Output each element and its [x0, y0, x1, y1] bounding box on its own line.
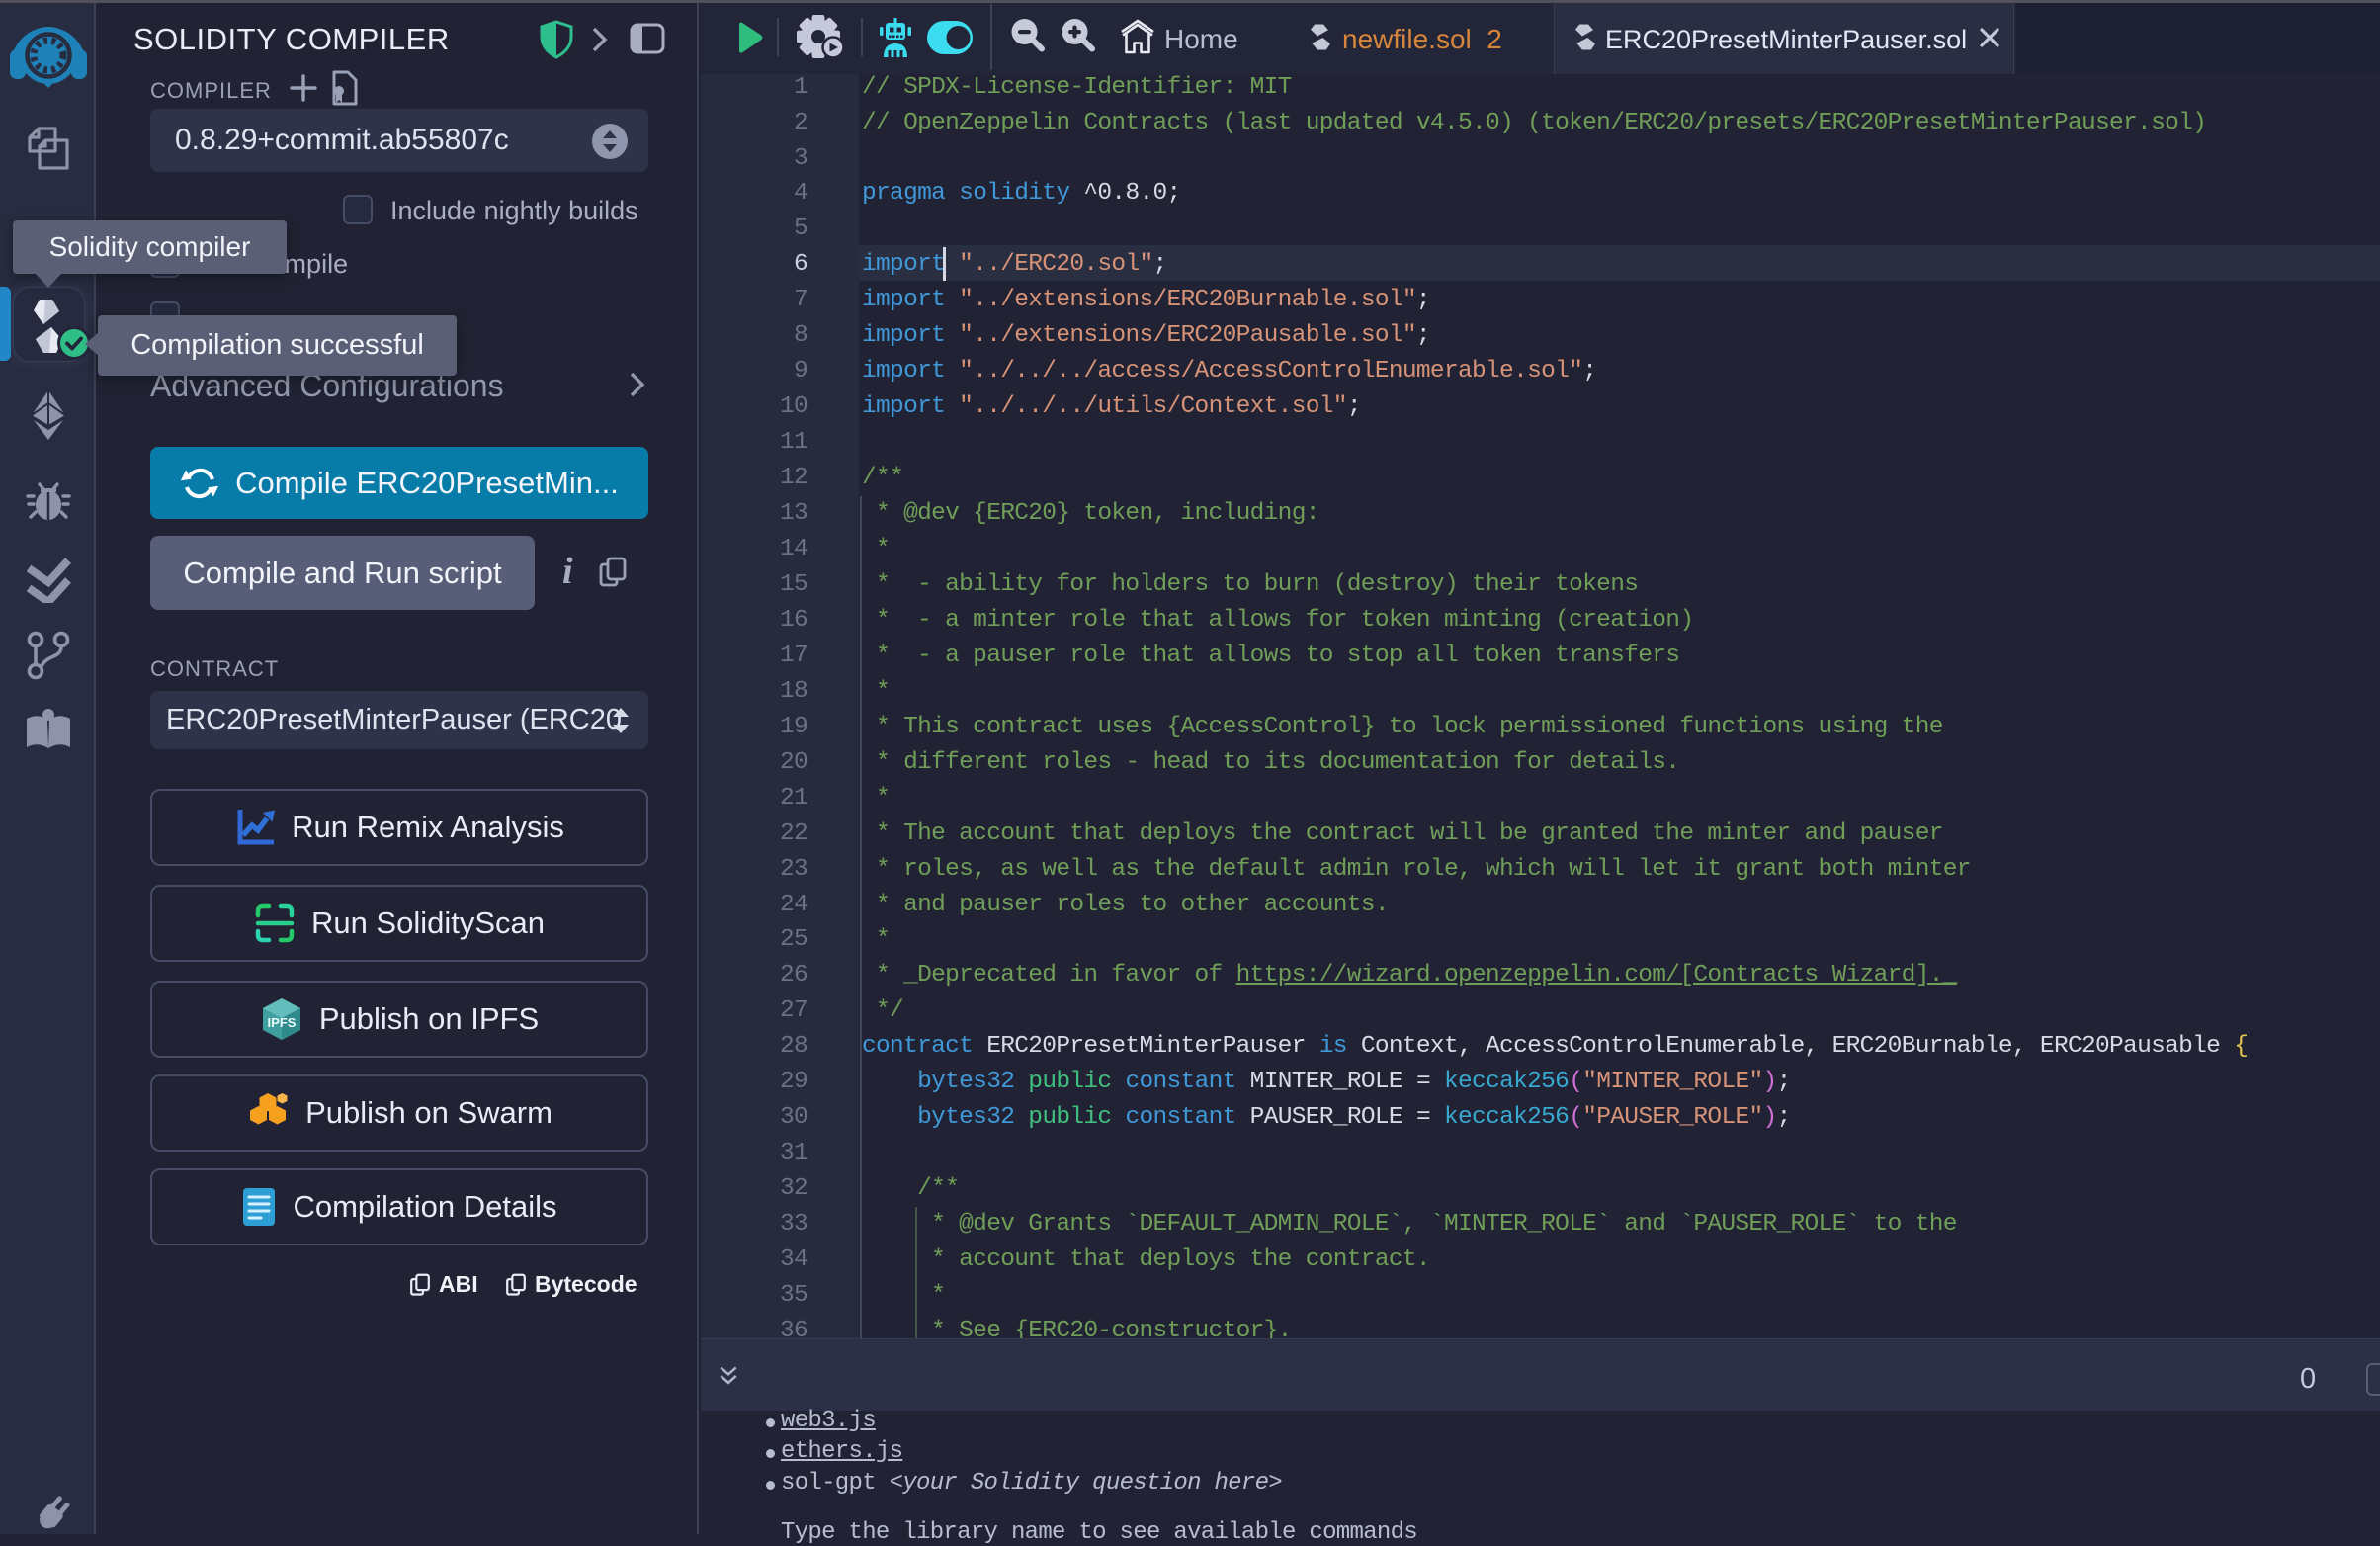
svg-text:IPFS: IPFS — [267, 1015, 296, 1030]
